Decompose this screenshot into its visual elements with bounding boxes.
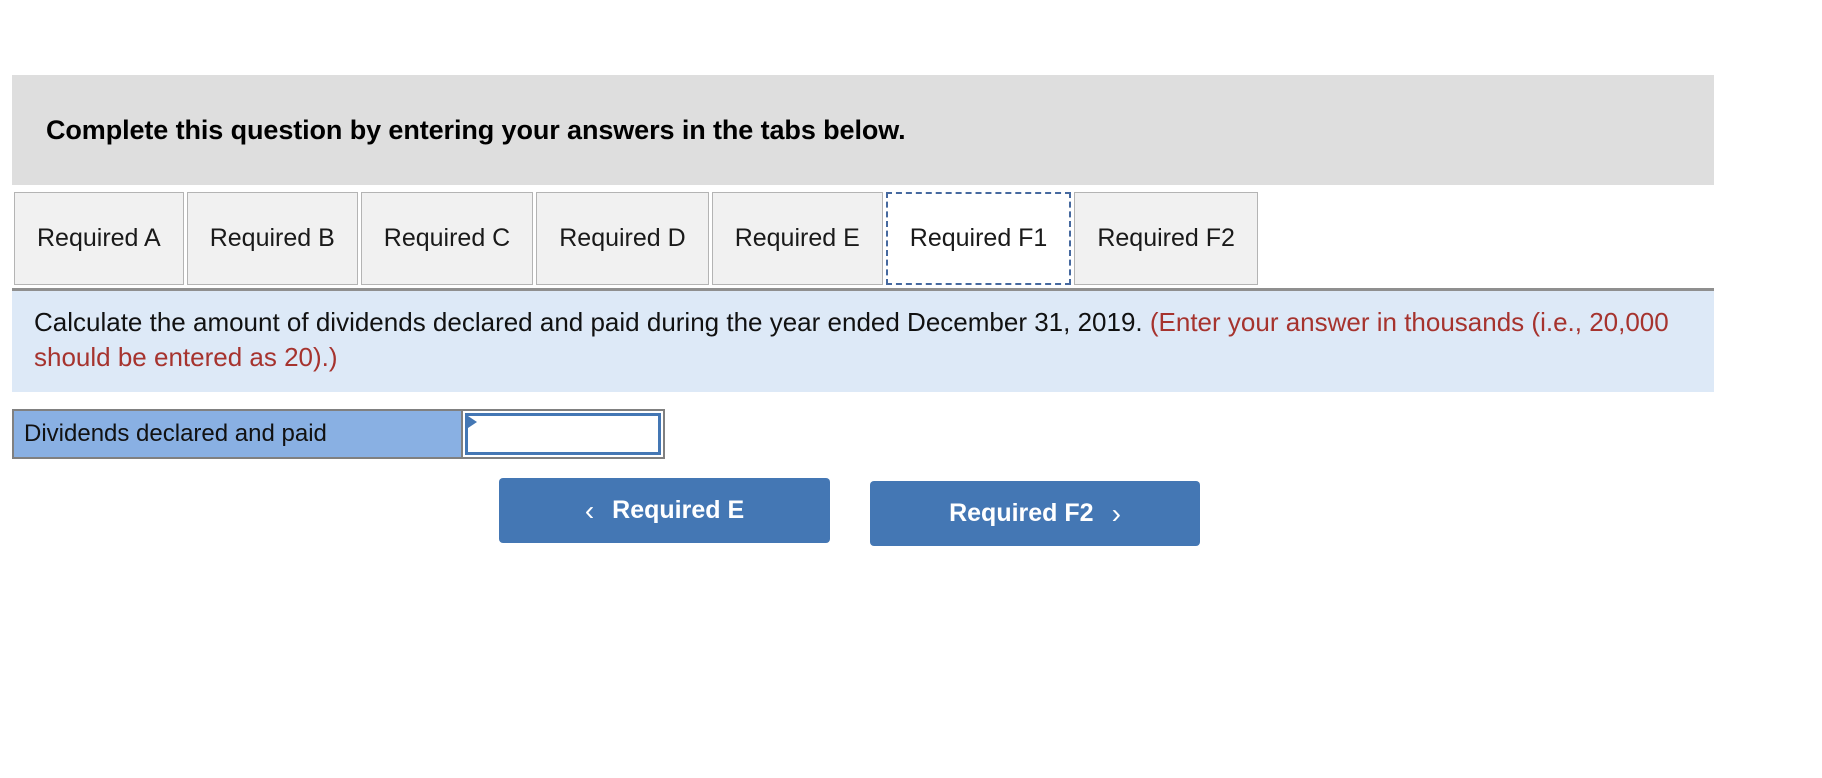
tab-label: Required F1 [909, 224, 1048, 252]
tab-label: Required F2 [1097, 224, 1235, 252]
instruction-banner-text: Complete this question by entering your … [46, 114, 906, 145]
tab-required-b[interactable]: Required B [186, 192, 358, 285]
tab-required-d[interactable]: Required D [536, 192, 709, 285]
dividends-amount-input[interactable] [465, 413, 661, 455]
next-required-f2-button[interactable]: Required F2 › [870, 481, 1200, 546]
question-text: Calculate the amount of dividends declar… [34, 305, 1692, 374]
chevron-right-icon: › [1111, 497, 1121, 529]
navigation-buttons: ‹ Required E Required F2 › [499, 478, 1200, 546]
question-page: Complete this question by entering your … [0, 0, 1822, 778]
tab-label: Required A [37, 224, 161, 252]
tab-required-e[interactable]: Required E [711, 192, 883, 285]
tab-required-a[interactable]: Required A [14, 192, 184, 285]
question-main-text: Calculate the amount of dividends declar… [34, 307, 1143, 337]
chevron-left-icon: ‹ [584, 494, 595, 526]
tab-required-f1[interactable]: Required F1 [885, 192, 1072, 285]
prev-button-label: Required E [612, 496, 745, 524]
instruction-banner: Complete this question by entering your … [12, 75, 1714, 185]
table-row: Dividends declared and paid [14, 411, 663, 457]
tab-required-f2[interactable]: Required F2 [1074, 192, 1258, 285]
answer-row-label: Dividends declared and paid [14, 411, 463, 457]
tab-required-c[interactable]: Required C [360, 192, 534, 285]
tab-label: Required D [559, 224, 686, 252]
prev-required-e-button[interactable]: ‹ Required E [499, 478, 830, 543]
tab-label: Required B [209, 224, 335, 252]
answer-input-cell[interactable] [463, 411, 663, 457]
answer-table: Dividends declared and paid [12, 409, 665, 459]
tab-label: Required C [383, 224, 511, 252]
next-button-label: Required F2 [949, 499, 1094, 527]
requirement-tabs: Required A Required B Required C Required D… [14, 192, 1261, 287]
question-panel: Calculate the amount of dividends declar… [12, 291, 1714, 393]
tab-label: Required E [734, 224, 860, 252]
